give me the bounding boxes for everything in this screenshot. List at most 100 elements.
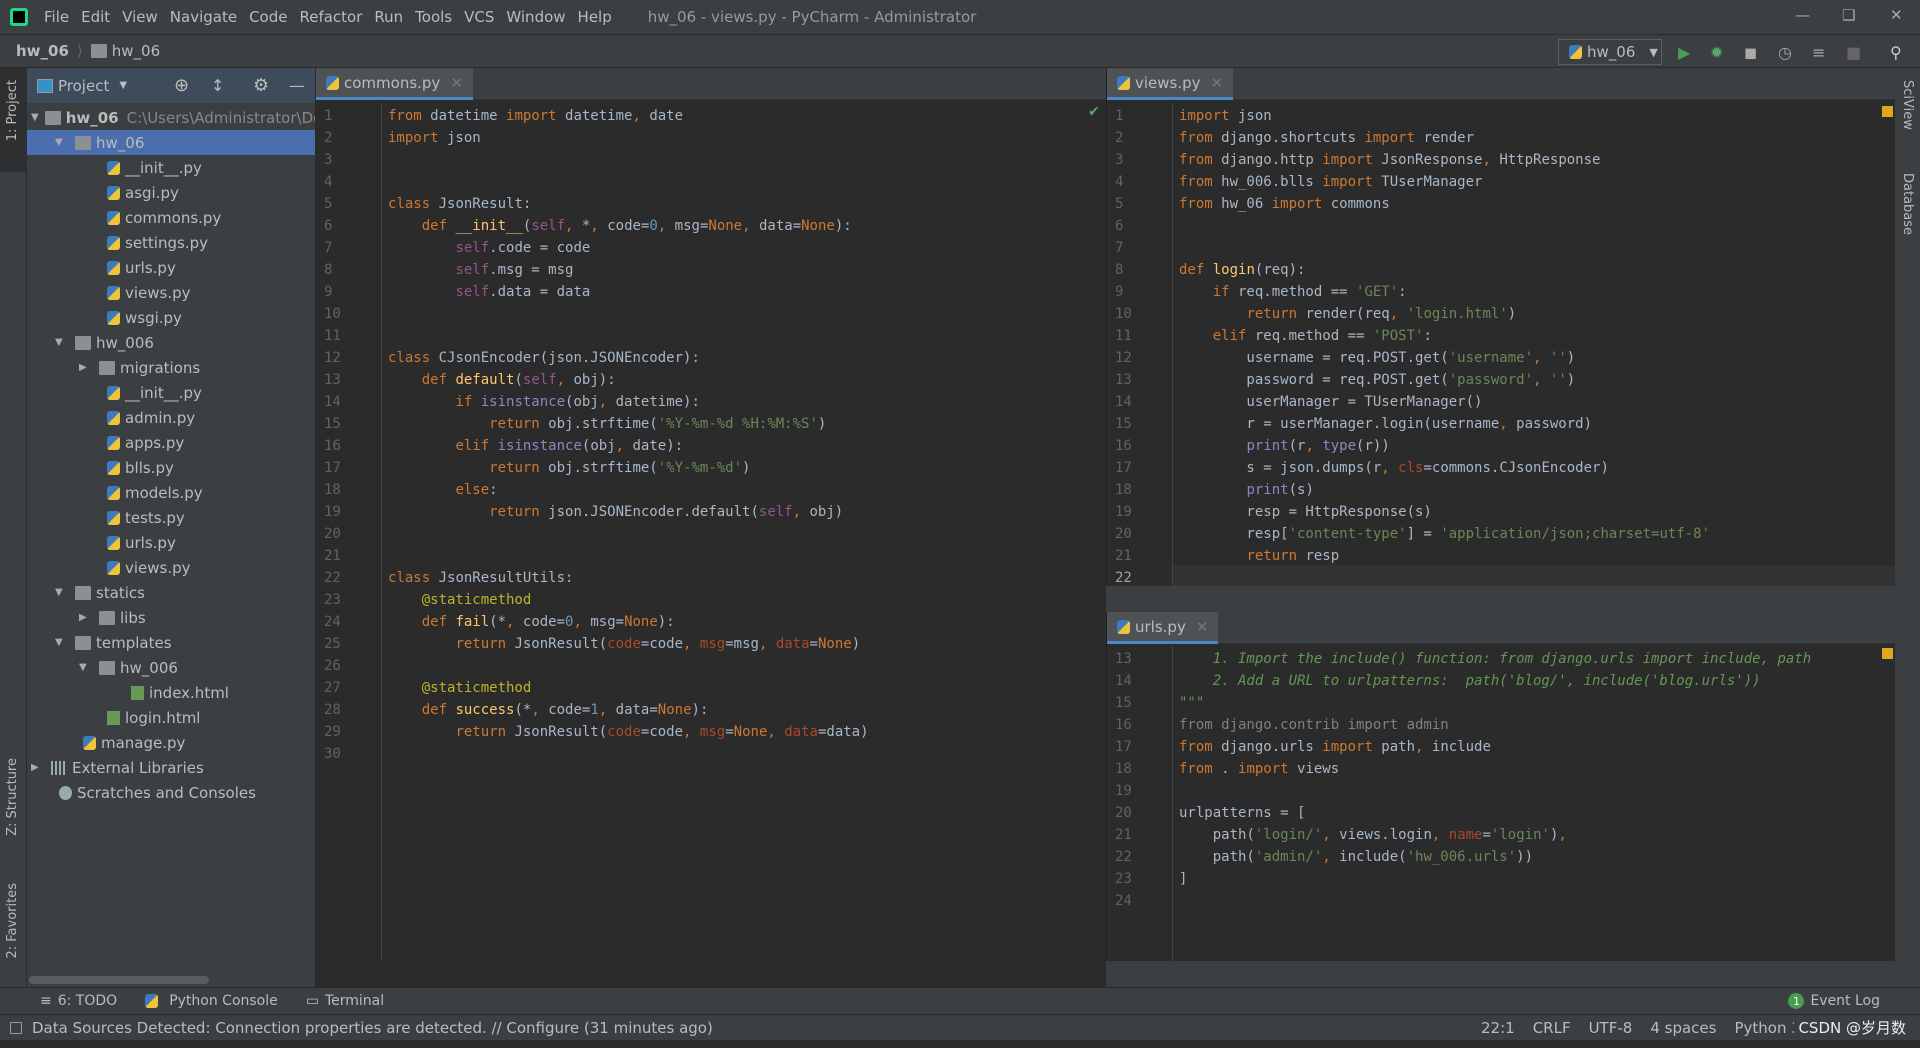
tab-views-py[interactable]: views.py ✕ xyxy=(1107,68,1234,100)
code-line[interactable]: @staticmethod xyxy=(388,677,532,699)
tree-item[interactable]: ▶ migrations xyxy=(27,355,315,380)
code-line[interactable]: """ xyxy=(1179,692,1204,714)
menu-navigate[interactable]: Navigate xyxy=(164,8,243,26)
menu-vcs[interactable]: VCS xyxy=(458,8,500,26)
tree-item[interactable]: ▼ hw_006 xyxy=(27,655,315,680)
tree-item[interactable]: manage.py xyxy=(27,730,315,755)
status-message[interactable]: Data Sources Detected: Connection proper… xyxy=(32,1019,713,1037)
code-line[interactable]: if req.method == 'GET': xyxy=(1179,281,1407,303)
code-line[interactable]: self.data = data xyxy=(388,281,590,303)
caret-position[interactable]: 22:1 xyxy=(1481,1019,1515,1037)
code-line[interactable]: path('login/', views.login, name='login'… xyxy=(1179,824,1567,846)
code-line[interactable]: import json xyxy=(388,127,481,149)
code-line[interactable]: self.msg = msg xyxy=(388,259,573,281)
code-line[interactable]: else: xyxy=(388,479,497,501)
expanded-arrow-icon[interactable]: ▼ xyxy=(31,112,39,123)
code-line[interactable]: def fail(*, code=0, msg=None): xyxy=(388,611,675,633)
code-line[interactable]: s = json.dumps(r, cls=commons.CJsonEncod… xyxy=(1179,457,1608,479)
concurrency-icon[interactable]: ≡ xyxy=(1812,43,1825,62)
tree-item[interactable]: models.py xyxy=(27,480,315,505)
interpreter[interactable]: Python 3.8 xyxy=(1734,1019,1794,1037)
menu-edit[interactable]: Edit xyxy=(75,8,116,26)
tree-item[interactable]: ▼ statics xyxy=(27,580,315,605)
tree-item[interactable]: ▼ templates xyxy=(27,630,315,655)
tree-item[interactable]: ▼ hw_006 xyxy=(27,330,315,355)
code-line[interactable]: return render(req, 'login.html') xyxy=(1179,303,1516,325)
run-icon[interactable]: ▶ xyxy=(1678,43,1690,62)
tab-commons-py[interactable]: commons.py ✕ xyxy=(316,68,473,100)
hide-icon[interactable]: — xyxy=(289,76,305,95)
code-line[interactable]: username = req.POST.get('username', '') xyxy=(1179,347,1575,369)
todo-tool-button[interactable]: ≡ 6: TODO xyxy=(40,993,117,1009)
code-line[interactable]: return obj.strftime('%Y-%m-%d') xyxy=(388,457,750,479)
close-tab-icon[interactable]: ✕ xyxy=(450,74,463,92)
tree-item[interactable]: asgi.py xyxy=(27,180,315,205)
coverage-icon[interactable]: ◼ xyxy=(1744,43,1757,62)
code-line[interactable]: elif req.method == 'POST': xyxy=(1179,325,1432,347)
file-encoding[interactable]: UTF-8 xyxy=(1589,1019,1633,1037)
tree-item[interactable]: ▶ External Libraries xyxy=(27,755,315,780)
code-line[interactable]: from hw_06 import commons xyxy=(1179,193,1390,215)
collapsed-arrow-icon[interactable]: ▶ xyxy=(79,362,93,373)
tree-item[interactable]: __init__.py xyxy=(27,380,315,405)
code-line[interactable]: password = req.POST.get('password', '') xyxy=(1179,369,1575,391)
project-tool-button[interactable]: 1: Project xyxy=(5,80,20,141)
menu-window[interactable]: Window xyxy=(500,8,571,26)
code-line[interactable]: class CJsonEncoder(json.JSONEncoder): xyxy=(388,347,700,369)
minimize-button[interactable]: — xyxy=(1795,6,1810,24)
tree-item[interactable]: urls.py xyxy=(27,530,315,555)
code-line[interactable]: 2. Add a URL to urlpatterns: path('blog/… xyxy=(1179,670,1761,692)
menu-help[interactable]: Help xyxy=(572,8,618,26)
code-line[interactable]: return json.JSONEncoder.default(self, ob… xyxy=(388,501,843,523)
splitter[interactable] xyxy=(1106,586,1895,612)
menu-file[interactable]: File xyxy=(38,8,75,26)
tree-item[interactable]: ▼ hw_06 C:\Users\Administrator\Desktop xyxy=(27,105,315,130)
locate-icon[interactable]: ⊕ xyxy=(174,75,189,96)
breadcrumb-folder[interactable]: hw_06 xyxy=(112,42,160,60)
code-line[interactable]: print(s) xyxy=(1179,479,1313,501)
tree-item[interactable]: views.py xyxy=(27,280,315,305)
tree-item[interactable]: Scratches and Consoles xyxy=(27,780,315,805)
menu-refactor[interactable]: Refactor xyxy=(293,8,368,26)
code-line[interactable]: from django.contrib import admin xyxy=(1179,714,1449,736)
tree-item[interactable]: urls.py xyxy=(27,255,315,280)
code-line[interactable]: from django.shortcuts import render xyxy=(1179,127,1474,149)
code-line[interactable]: @staticmethod xyxy=(388,589,532,611)
menu-tools[interactable]: Tools xyxy=(409,8,458,26)
code-line[interactable]: print(r, type(r)) xyxy=(1179,435,1389,457)
code-line[interactable]: userManager = TUserManager() xyxy=(1179,391,1482,413)
tree-item[interactable]: ▼ hw_06 xyxy=(27,130,315,155)
horizontal-scrollbar[interactable] xyxy=(29,976,209,984)
event-log-button[interactable]: 1 Event Log xyxy=(1788,993,1880,1009)
menu-view[interactable]: View xyxy=(116,8,164,26)
breadcrumb-project[interactable]: hw_06 xyxy=(16,42,69,60)
tree-item[interactable]: __init__.py xyxy=(27,155,315,180)
code-line[interactable]: import json xyxy=(1179,105,1272,127)
code-line[interactable]: return obj.strftime('%Y-%m-%d %H:%M:%S') xyxy=(388,413,826,435)
code-line[interactable]: def login(req): xyxy=(1179,259,1305,281)
code-line[interactable]: def default(self, obj): xyxy=(388,369,616,391)
tree-item[interactable]: tests.py xyxy=(27,505,315,530)
code-line[interactable]: def __init__(self, *, code=0, msg=None, … xyxy=(388,215,852,237)
tree-item[interactable]: ▶ libs xyxy=(27,605,315,630)
code-line[interactable]: resp['content-type'] = 'application/json… xyxy=(1179,523,1710,545)
collapsed-arrow-icon[interactable]: ▶ xyxy=(31,762,45,773)
code-line[interactable]: from django.http import JsonResponse, Ht… xyxy=(1179,149,1600,171)
code-line[interactable]: resp = HttpResponse(s) xyxy=(1179,501,1431,523)
chevron-down-icon[interactable]: ▼ xyxy=(119,80,127,91)
code-line[interactable]: def success(*, code=1, data=None): xyxy=(388,699,709,721)
search-icon[interactable]: ⚲ xyxy=(1890,43,1902,62)
code-line[interactable]: urlpatterns = [ xyxy=(1179,802,1305,824)
code-line[interactable]: return JsonResult(code=code, msg=None, d… xyxy=(388,721,868,743)
collapsed-arrow-icon[interactable]: ▶ xyxy=(79,612,93,623)
line-separator[interactable]: CRLF xyxy=(1533,1019,1571,1037)
expanded-arrow-icon[interactable]: ▼ xyxy=(55,337,69,348)
code-line[interactable]: from hw_006.blls import TUserManager xyxy=(1179,171,1482,193)
code-line[interactable]: r = userManager.login(username, password… xyxy=(1179,413,1592,435)
stop-icon[interactable]: ■ xyxy=(1846,43,1861,62)
code-line[interactable]: ] xyxy=(1179,868,1187,890)
menu-code[interactable]: Code xyxy=(243,8,293,26)
code-line[interactable]: 1. Import the include() function: from d… xyxy=(1179,648,1811,670)
code-line[interactable]: return resp xyxy=(1179,545,1339,567)
indent-setting[interactable]: 4 spaces xyxy=(1650,1019,1716,1037)
